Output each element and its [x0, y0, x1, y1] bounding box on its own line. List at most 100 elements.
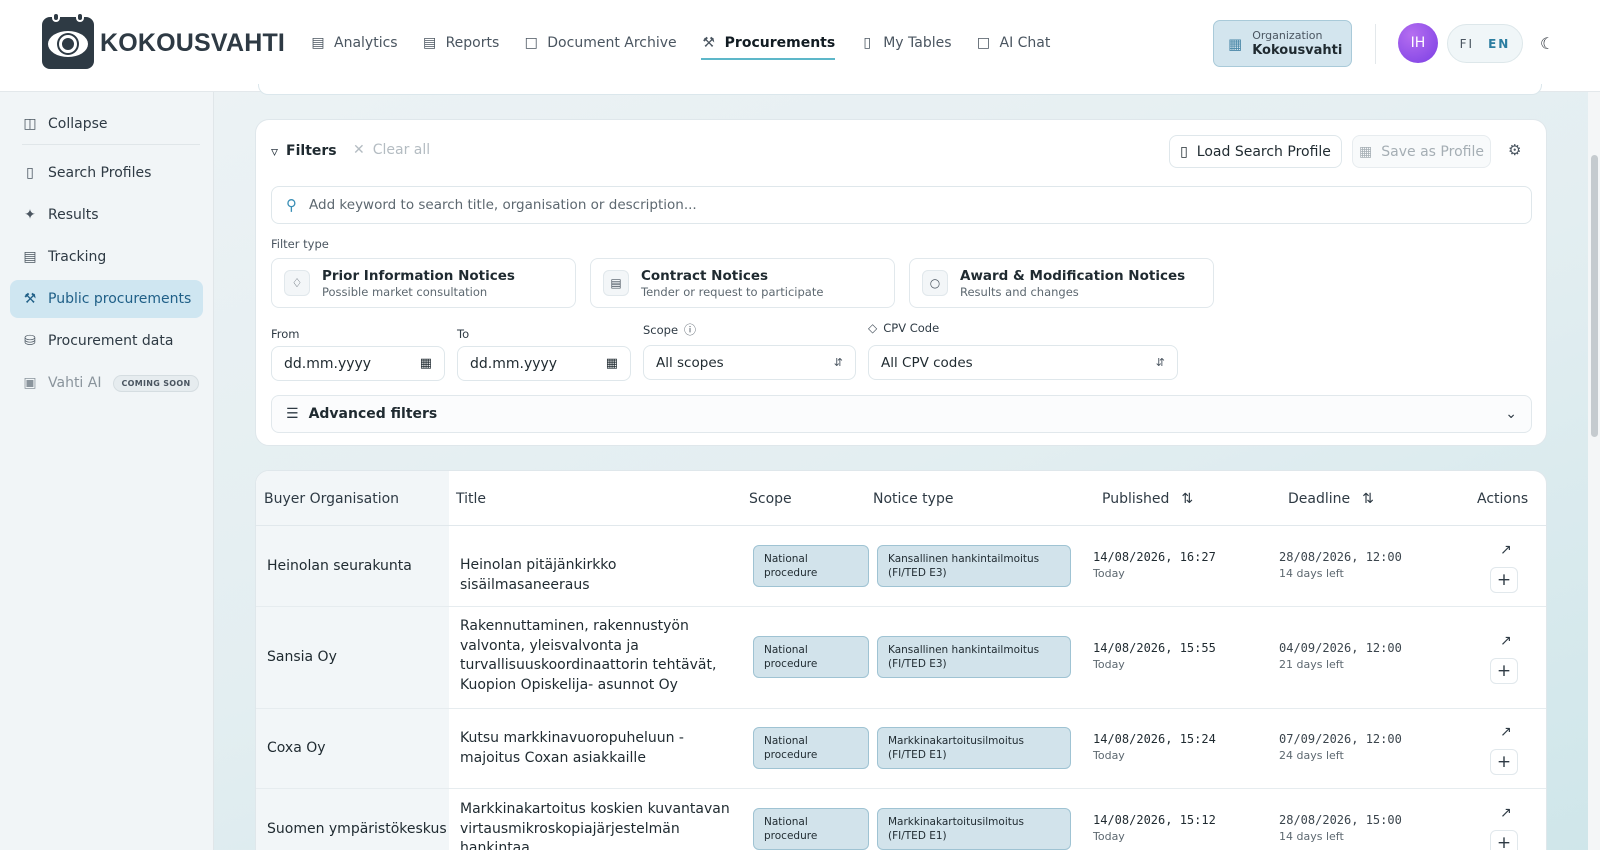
title-cell[interactable]: Rakennuttaminen, rakennustyön valvonta, …	[460, 617, 740, 695]
building-icon: ▦	[1228, 34, 1243, 53]
notice-type-badge: Kansallinen hankintailmoitus (FI/TED E3)	[877, 545, 1071, 587]
nav-procurements[interactable]: ⚒ Procurements	[700, 30, 836, 60]
deadline-remaining: 14 days left	[1279, 567, 1344, 580]
header-label: Title	[456, 491, 487, 507]
calendar-icon[interactable]: ▦	[606, 356, 618, 371]
gear-icon[interactable]: ⚙	[1508, 141, 1521, 159]
table-header: Buyer Organisation Title Scope Notice ty…	[256, 471, 1546, 526]
save-icon: ▦	[1359, 143, 1373, 160]
header-published[interactable]: Published ⇅	[1102, 491, 1193, 507]
sidebar-item-label: Public procurements	[48, 291, 192, 307]
table-row[interactable]: Suomen ympäristökeskus Markkinakartoitus…	[256, 789, 1546, 850]
lang-en[interactable]: EN	[1488, 37, 1510, 51]
advanced-filters-toggle[interactable]: ☰ Advanced filters ⌄	[271, 395, 1532, 433]
load-search-profile-button[interactable]: ▯ Load Search Profile	[1169, 135, 1342, 168]
header-label: Published	[1102, 491, 1170, 507]
sidebar: ◫ Collapse ▯ Search Profiles ✦ Results ▤…	[0, 92, 214, 850]
filter-type-contract-notices[interactable]: ▤ Contract Notices Tender or request to …	[590, 258, 895, 308]
language-switcher[interactable]: FI EN	[1447, 24, 1523, 63]
external-link-icon[interactable]: ↗	[1500, 542, 1512, 558]
nav-label: Document Archive	[547, 35, 677, 51]
sidebar-item-tracking[interactable]: ▤ Tracking	[10, 238, 203, 276]
header-label: Notice type	[873, 491, 954, 507]
deadline-remaining: 24 days left	[1279, 749, 1344, 762]
nav-reports[interactable]: ▤ Reports	[422, 30, 500, 56]
calendar-icon[interactable]: ▦	[420, 356, 432, 371]
published-cell: 14/08/2026, 15:24 Today	[1093, 731, 1216, 765]
nav-my-tables[interactable]: ▯ My Tables	[859, 30, 951, 56]
table-row[interactable]: Sansia Oy Rakennuttaminen, rakennustyön …	[256, 607, 1546, 709]
scrollbar-thumb[interactable]	[1591, 155, 1598, 437]
save-as-profile-button[interactable]: ▦ Save as Profile	[1352, 135, 1491, 168]
table-row[interactable]: Coxa Oy Kutsu markkinavuoropuheluun - ma…	[256, 709, 1546, 789]
from-label-text: From	[271, 327, 300, 341]
add-to-table-button[interactable]: +	[1490, 830, 1518, 850]
scope-badge: National procedure	[753, 636, 869, 678]
folder-icon: □	[524, 35, 538, 51]
filter-type-prior-information[interactable]: ♢ Prior Information Notices Possible mar…	[271, 258, 576, 308]
sidebar-item-label: Vahti AI	[48, 375, 102, 391]
title-cell[interactable]: Markkinakartoitus koskien kuvantavan vir…	[460, 800, 740, 850]
kanban-icon: ▤	[23, 249, 37, 265]
sidebar-item-results[interactable]: ✦ Results	[10, 196, 203, 234]
title-cell[interactable]: Kutsu markkinavuoropuheluun - majoitus C…	[460, 729, 740, 768]
header-label: Buyer Organisation	[264, 491, 400, 507]
external-link-icon[interactable]: ↗	[1500, 724, 1512, 740]
search-input[interactable]	[309, 197, 1489, 213]
sidebar-collapse-button[interactable]: ◫ Collapse	[10, 105, 203, 143]
lang-fi[interactable]: FI	[1460, 37, 1474, 51]
published-date: 14/08/2026, 15:12	[1093, 813, 1216, 827]
sidebar-item-public-procurements[interactable]: ⚒ Public procurements	[10, 280, 203, 318]
user-avatar[interactable]: IH	[1398, 23, 1438, 63]
published-cell: 14/08/2026, 15:12 Today	[1093, 812, 1216, 846]
published-relative: Today	[1093, 658, 1125, 671]
date-placeholder: dd.mm.yyyy	[470, 355, 558, 372]
add-to-table-button[interactable]: +	[1490, 658, 1518, 684]
gavel-icon: ⚒	[23, 291, 37, 307]
table-row[interactable]: Heinolan seurakunta Heinolan pitäjänkirk…	[256, 526, 1546, 607]
sliders-icon: ☰	[286, 406, 299, 422]
organization-switcher[interactable]: ▦ Organization Kokousvahti	[1213, 20, 1352, 67]
database-icon: ⛁	[24, 333, 36, 349]
external-link-icon[interactable]: ↗	[1500, 805, 1512, 821]
from-date-input[interactable]: dd.mm.yyyy ▦	[271, 346, 445, 381]
to-label-text: To	[457, 327, 470, 341]
sidebar-item-search-profiles[interactable]: ▯ Search Profiles	[10, 154, 203, 192]
external-link-icon[interactable]: ↗	[1500, 633, 1512, 649]
sparkle-icon: ✦	[24, 207, 36, 223]
buyer-cell: Suomen ympäristökeskus	[267, 821, 447, 837]
to-date-input[interactable]: dd.mm.yyyy ▦	[457, 346, 631, 381]
organization-name: Kokousvahti	[1252, 42, 1343, 58]
chevron-up-down-icon: ⇵	[833, 356, 843, 369]
filter-type-subtitle: Tender or request to participate	[641, 284, 824, 299]
tag-icon: ◇	[868, 321, 878, 335]
dark-mode-toggle-icon[interactable]: ☾	[1540, 34, 1554, 53]
filter-type-award-modification[interactable]: ○ Award & Modification Notices Results a…	[909, 258, 1214, 308]
nav-label: Procurements	[724, 35, 836, 51]
nav-ai-chat[interactable]: □ AI Chat	[976, 30, 1051, 56]
search-icon: ⚲	[286, 196, 297, 214]
deadline-date: 28/08/2026, 15:00	[1279, 813, 1402, 827]
scope-badge: National procedure	[753, 808, 869, 850]
scope-select[interactable]: All scopes ⇵	[643, 345, 856, 380]
nav-label: Reports	[445, 35, 500, 51]
info-icon[interactable]: ⓘ	[684, 321, 696, 338]
add-to-table-button[interactable]: +	[1490, 749, 1518, 775]
nav-document-archive[interactable]: □ Document Archive	[523, 30, 677, 56]
keyword-search: ⚲	[271, 186, 1532, 224]
sort-icon[interactable]: ⇅	[1181, 491, 1193, 507]
title-cell[interactable]: Heinolan pitäjänkirkko sisäilmasaneeraus	[460, 556, 740, 595]
sidebar-item-procurement-data[interactable]: ⛁ Procurement data	[10, 322, 203, 360]
header-deadline[interactable]: Deadline ⇅	[1288, 491, 1374, 507]
bot-icon: ▣	[23, 375, 37, 391]
add-to-table-button[interactable]: +	[1490, 567, 1518, 593]
scope-label: Scope ⓘ	[643, 321, 696, 338]
cpv-select[interactable]: All CPV codes ⇵	[868, 345, 1178, 380]
cpv-label: ◇ CPV Code	[868, 321, 939, 335]
nav-analytics[interactable]: ▤ Analytics	[310, 30, 397, 56]
advanced-filters-label: Advanced filters	[308, 406, 438, 422]
clear-all-button[interactable]: ✕ Clear all	[353, 142, 430, 158]
published-relative: Today	[1093, 749, 1125, 762]
sort-icon[interactable]: ⇅	[1362, 491, 1374, 507]
brand-logo[interactable]: KOKOUSVAHTI	[42, 12, 285, 69]
